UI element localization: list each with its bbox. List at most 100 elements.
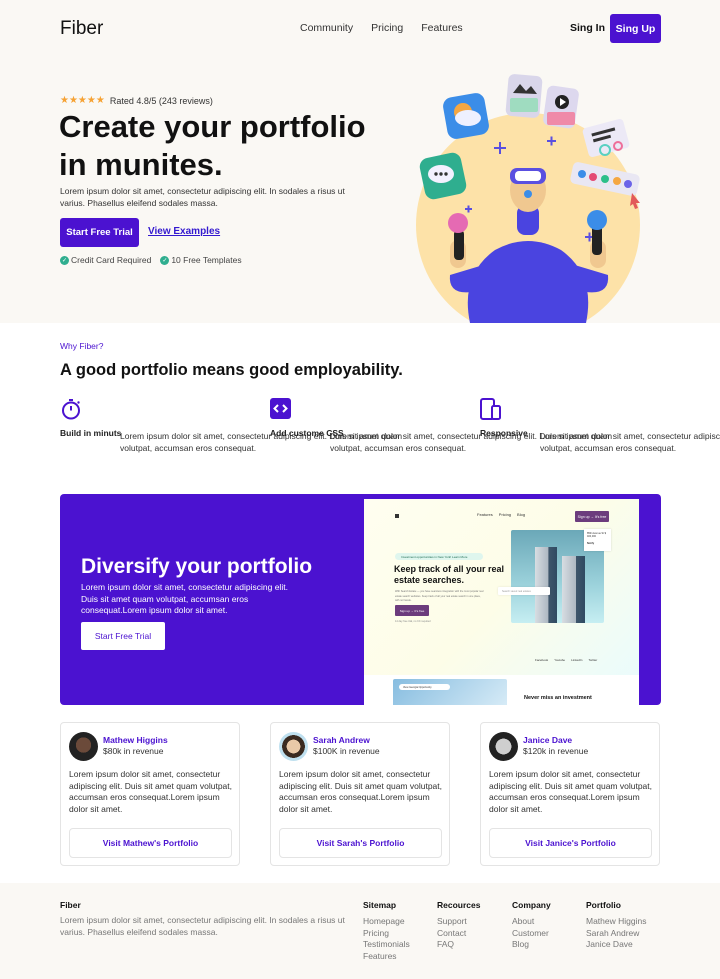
devices-icon <box>480 398 501 420</box>
mockup-description: With Search Estate — you have seamless i… <box>395 590 484 602</box>
footer-link[interactable]: Support <box>437 916 480 928</box>
check-item: ✓ 10 Free Templates <box>160 255 242 265</box>
testimonial-revenue: $120k in revenue <box>523 746 589 756</box>
mockup-card-notify: Notify <box>587 542 595 545</box>
nav-link-pricing[interactable]: Pricing <box>371 22 403 34</box>
mockup-note: 14 day free trial, no CC required <box>395 620 431 623</box>
footer-link[interactable]: Janice Dave <box>586 939 646 951</box>
feature-custom-css: Add custome CSS Lorem ipsum dolor sit am… <box>270 398 612 453</box>
check-label: Credit Card Required <box>71 255 152 265</box>
mockup-section-title: Never miss an investment <box>524 695 592 701</box>
banner-description: Lorem ipsum dolor sit amet, consectetur … <box>81 582 288 615</box>
mockup-social-link: LinkedIn <box>571 658 583 662</box>
mockup-nav-link: Features <box>477 512 493 517</box>
testimonial-name: Mathew Higgins <box>103 735 168 745</box>
footer-heading: Company <box>512 900 551 910</box>
footer-logo[interactable]: Fiber <box>60 900 81 910</box>
testimonial-revenue: $100K in revenue <box>313 746 380 756</box>
visit-portfolio-button[interactable]: Visit Sarah's Portfolio <box>279 828 442 858</box>
footer-column-resources: Recources Support Contact FAQ <box>437 900 480 951</box>
star-rating-icon: ★★★★★ <box>60 95 105 106</box>
diversify-banner: Diversify your portfolio Lorem ipsum dol… <box>60 494 661 705</box>
hero-section: Fiber Community Pricing Features Sing In… <box>0 0 720 323</box>
hero-title: Create your portfolio in munites. <box>59 109 366 182</box>
footer-link[interactable]: About <box>512 916 551 928</box>
mockup-nav-links: Features Pricing Blog <box>477 512 525 517</box>
sign-up-button[interactable]: Sing Up <box>610 14 661 43</box>
footer-link[interactable]: FAQ <box>437 939 480 951</box>
code-icon <box>270 398 291 419</box>
visit-portfolio-button[interactable]: Visit Mathew's Portfolio <box>69 828 232 858</box>
mockup-social-links: Facebook Youtube LinkedIn Twitter <box>535 658 597 662</box>
start-free-trial-button[interactable]: Start Free Trial <box>60 218 139 247</box>
check-circle-icon: ✓ <box>160 255 170 265</box>
website-mockup-preview: Features Pricing Blog Sign up → It's fre… <box>364 499 639 705</box>
footer-link[interactable]: Contact <box>437 928 480 940</box>
view-examples-link[interactable]: View Examples <box>148 226 220 237</box>
why-eyebrow: Why Fiber? <box>60 341 104 351</box>
mockup-nav-link: Blog <box>517 512 526 517</box>
testimonial-revenue: $80k in revenue <box>103 746 164 756</box>
footer-column-portfolio: Portfolio Mathew Higgins Sarah Andrew Ja… <box>586 900 646 951</box>
check-circle-icon: ✓ <box>60 255 69 265</box>
testimonial-card: Mathew Higgins $80k in revenue Lorem ips… <box>60 722 240 866</box>
testimonial-text: Lorem ipsum dolor sit amet, consectetur … <box>489 769 652 815</box>
sign-in-link[interactable]: Sing In <box>570 22 605 34</box>
mockup-nav-link: Pricing <box>498 512 512 517</box>
footer: Fiber Lorem ipsum dolor sit amet, consec… <box>0 883 720 979</box>
mockup-sky-photo: View Georgia Opportunity <box>393 679 507 705</box>
check-item: ✓ Credit Card Required <box>60 255 151 265</box>
mockup-title: Keep track of all your real estate searc… <box>394 564 505 585</box>
visit-portfolio-button[interactable]: Visit Janice's Portfolio <box>489 828 652 858</box>
nav-link-community[interactable]: Community <box>300 22 353 34</box>
testimonial-text: Lorem ipsum dolor sit amet, consectetur … <box>279 769 442 815</box>
footer-description: Lorem ipsum dolor sit amet, consectetur … <box>60 915 345 937</box>
testimonial-card: Janice Dave $120k in revenue Lorem ipsum… <box>480 722 660 866</box>
check-label: 10 Free Templates <box>171 255 242 265</box>
feature-responsive: Responsive Lorem ipsum dolor sit amet, c… <box>480 398 720 453</box>
banner-start-free-trial-button[interactable]: Start Free Trial <box>81 622 165 650</box>
hero-illustration <box>416 74 640 323</box>
mockup-opportunity-pill: View Georgia Opportunity <box>399 684 450 690</box>
image-card-icon <box>505 74 543 118</box>
mockup-social-link: Twitter <box>588 658 598 662</box>
feature-build-in-minutes: Build in minuts Lorem ipsum dolor sit am… <box>60 398 402 453</box>
mockup-nav: Features Pricing Blog Sign up → It's fre… <box>364 499 639 529</box>
video-card-icon <box>543 85 579 129</box>
footer-link[interactable]: Mathew Higgins <box>586 916 646 928</box>
hero-checks: ✓ Credit Card Required ✓ 10 Free Templat… <box>60 255 242 265</box>
weather-app-icon <box>443 93 489 139</box>
testimonial-card: Sarah Andrew $100K in revenue Lorem ipsu… <box>270 722 450 866</box>
footer-heading: Portfolio <box>586 900 621 910</box>
main-nav: Community Pricing Features <box>300 22 463 34</box>
footer-link[interactable]: Features <box>363 951 410 963</box>
testimonial-name: Janice Dave <box>523 735 573 745</box>
feature-description: Lorem ipsum dolor sit amet, consectetur … <box>540 431 720 453</box>
hero-description: Lorem ipsum dolor sit amet, consectetur … <box>60 186 345 208</box>
footer-link[interactable]: Homepage <box>363 916 410 928</box>
mockup-second-section: View Georgia Opportunity Never miss an i… <box>364 675 639 705</box>
avatar <box>279 732 308 761</box>
banner-title: Diversify your portfolio <box>81 555 313 578</box>
mockup-announcement-pill: Investment opportunities in New York! Le… <box>395 553 483 560</box>
footer-link[interactable]: Blog <box>512 939 551 951</box>
mockup-card-text: 85th Avenue St $ 400,000 <box>587 532 606 538</box>
mockup-cta-button: Sign up → It's free <box>395 605 429 616</box>
footer-column-company: Company About Customer Blog <box>512 900 551 951</box>
mockup-notify-card: 85th Avenue St $ 400,000 Notify <box>584 529 611 551</box>
footer-column-sitemap: Sitemap Homepage Pricing Testimonials Fe… <box>363 900 410 962</box>
footer-link[interactable]: Sarah Andrew <box>586 928 646 940</box>
testimonial-name: Sarah Andrew <box>313 735 370 745</box>
footer-link[interactable]: Customer <box>512 928 551 940</box>
mockup-social-link: Youtube <box>554 658 566 662</box>
chat-app-icon <box>419 152 467 200</box>
nav-link-features[interactable]: Features <box>421 22 462 34</box>
logo[interactable]: Fiber <box>60 18 103 40</box>
building-image <box>562 556 585 623</box>
avatar <box>69 732 98 761</box>
mockup-social-link: Facebook <box>535 658 549 662</box>
testimonial-text: Lorem ipsum dolor sit amet, consectetur … <box>69 769 232 815</box>
footer-link[interactable]: Testimonials <box>363 939 410 951</box>
footer-link[interactable]: Pricing <box>363 928 410 940</box>
building-image <box>535 547 557 623</box>
